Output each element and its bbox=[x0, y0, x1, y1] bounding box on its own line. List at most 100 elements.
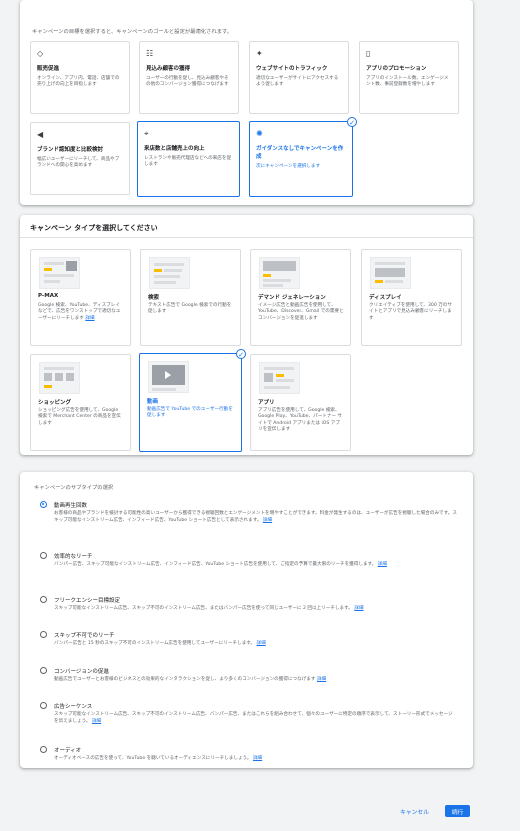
type-title: 動画 bbox=[147, 399, 159, 405]
campaign-type-card: キャンペーン タイプを選択してください P-MAX Google 検索、YouT… bbox=[20, 215, 473, 455]
goal-title: 販売促進 bbox=[37, 66, 60, 72]
campaign-subtype-card: キャンペーンのサブタイプの選択 動画再生回数 お客様の商品やブランドを検討する可… bbox=[20, 472, 473, 768]
subtype-option-title: 動画再生回数 bbox=[54, 503, 88, 509]
goal-tile-awareness[interactable]: ◀ ブランド認知度と比較検討 幅広いユーザーにリーチして、商品やブランドへの関心… bbox=[30, 122, 130, 195]
subtype-option-audio[interactable]: オーディオ オーディオベースの広告を使って、YouTube を聴いているオーディ… bbox=[40, 746, 457, 766]
learn-more-link[interactable]: 詳細 bbox=[85, 316, 94, 321]
subtype-option-title: 効率的なリーチ bbox=[54, 554, 93, 560]
type-tile-display[interactable]: ディスプレイ クリエイティブを使用して、300 万のサイトとアプリで見込み顧客に… bbox=[361, 249, 462, 346]
goal-description: 適切なユーザーがサイトにアクセスするよう促します bbox=[256, 76, 339, 88]
radio-selected[interactable] bbox=[40, 501, 47, 508]
demand-gen-thumbnail bbox=[259, 257, 300, 289]
location-pin-icon: ⌖ bbox=[144, 129, 149, 138]
subtype-option-frequency[interactable]: フリークエンシー目標設定 スキップ可能なインストリーム広告、スキップ不可のインス… bbox=[40, 596, 457, 622]
goal-title: 来店数と店舗売上の向上 bbox=[144, 146, 205, 152]
subtype-option-description: バンパー広告、スキップ可能なインストリーム広告、インフィード広告、YouTube… bbox=[54, 562, 387, 567]
type-title: ディスプレイ bbox=[369, 295, 402, 301]
radio-unselected[interactable] bbox=[40, 667, 47, 674]
subtype-option-title: フリークエンシー目標設定 bbox=[54, 598, 121, 604]
subtype-title: キャンペーンのサブタイプの選択 bbox=[34, 485, 114, 491]
goal-tile-app-promotion[interactable]: ▯ アプリのプロモーション アプリのインストール数、エンゲージメント数、事前登録… bbox=[359, 41, 459, 114]
goal-title: ウェブサイトのトラフィック bbox=[256, 66, 328, 72]
goal-description: ユーザーの行動を促し、見込み顧客やその他のコンバージョン獲得につなげます bbox=[146, 76, 229, 88]
type-title: P-MAX bbox=[38, 293, 59, 299]
learn-more-link[interactable]: 詳細 bbox=[378, 562, 387, 567]
subtype-option-description: バンパー広告と 15 秒のスキップ不可のインストリーム広告を使用してユーザーにリ… bbox=[54, 641, 266, 646]
learn-more-link[interactable]: 詳細 bbox=[317, 677, 326, 682]
subtype-option-description: スキップ可能なインストリーム広告、スキップ不可のインストリーム広告、またはバンパ… bbox=[54, 606, 364, 611]
learn-more-link[interactable]: 詳細 bbox=[354, 606, 363, 611]
type-description: イメージ広告と動画広告を使用して、YouTube、Discover、Gmail … bbox=[258, 303, 344, 321]
subtype-option-views[interactable]: 動画再生回数 お客様の商品やブランドを検討する可能性の高いユーザーから獲得できる… bbox=[40, 501, 457, 541]
subtype-option-conversions[interactable]: コンバージョンの促進 動画広告でユーザーとお客様のビジネスとの効果的なインタラク… bbox=[40, 667, 457, 693]
type-description: クリエイティブを使用して、300 万のサイトとアプリで見込み顧客にリーチします bbox=[369, 303, 452, 321]
type-title: アプリ bbox=[258, 400, 275, 406]
subtype-option-title: スキップ不可でのリーチ bbox=[54, 633, 115, 639]
goal-selection-card: キャンペーンの目標を選択すると、キャンペーンのゴールと設定が最適化されます。 ◇… bbox=[20, 0, 473, 205]
goal-title: 見込み顧客の獲得 bbox=[146, 66, 191, 72]
subtype-option-ad-sequence[interactable]: 広告シーケンス スキップ可能なインストリーム広告、スキップ不可のインストリーム広… bbox=[40, 702, 457, 736]
cancel-button[interactable]: キャンセル bbox=[400, 807, 429, 816]
type-tile-shopping[interactable]: ショッピング ショッピング広告を使用して、Google 検索で Merchant… bbox=[30, 354, 131, 451]
radio-unselected[interactable] bbox=[40, 702, 47, 709]
goal-description: 幅広いユーザーにリーチして、商品やブランドへの関心を高めます bbox=[37, 157, 120, 169]
goal-title: ブランド認知度と比較検討 bbox=[37, 147, 104, 153]
type-description: 動画広告で YouTube でのユーザー行動を促します bbox=[147, 407, 233, 419]
subtype-option-title: コンバージョンの促進 bbox=[54, 669, 109, 675]
check-icon: ✓ bbox=[347, 117, 357, 127]
goal-description: アプリのインストール数、エンゲージメント数、事前登録数を増やします bbox=[366, 76, 449, 88]
goal-tile-no-guidance[interactable]: ✺ ガイダンスなしでキャンペーンを作成 次にキャンペーンを選択します ✓ bbox=[249, 117, 357, 197]
type-tile-demand-gen[interactable]: デマンド ジェネレーション イメージ広告と動画広告を使用して、YouTube、D… bbox=[250, 249, 351, 346]
continue-button[interactable]: 続行 bbox=[445, 805, 470, 817]
radio-unselected[interactable] bbox=[40, 596, 47, 603]
cursor-click-icon: ✦ bbox=[256, 49, 263, 58]
mobile-phone-icon: ▯ bbox=[366, 49, 371, 58]
type-tile-search[interactable]: 検索 テキスト広告で Google 検索での行動を促します bbox=[140, 249, 241, 346]
type-title: デマンド ジェネレーション bbox=[258, 295, 326, 301]
app-thumbnail bbox=[259, 362, 300, 394]
video-thumbnail bbox=[148, 361, 189, 393]
subtype-option-non-skippable[interactable]: スキップ不可でのリーチ バンパー広告と 15 秒のスキップ不可のインストリーム広… bbox=[40, 631, 457, 657]
divider bbox=[20, 237, 473, 238]
learn-more-link[interactable]: 詳細 bbox=[92, 719, 101, 724]
subtype-option-efficient-reach[interactable]: 効率的なリーチ バンパー広告、スキップ可能なインストリーム広告、インフィード広告… bbox=[40, 552, 457, 586]
learn-more-link[interactable]: 詳細 bbox=[253, 756, 262, 761]
type-description: テキスト広告で Google 検索での行動を促します bbox=[148, 303, 232, 315]
subtype-option-description: 動画広告でユーザーとお客様のビジネスとの効果的なインタラクションを促し、より多く… bbox=[54, 677, 327, 682]
play-icon bbox=[165, 371, 171, 379]
people-icon: ☷ bbox=[146, 49, 154, 58]
goal-tile-website-traffic[interactable]: ✦ ウェブサイトのトラフィック 適切なユーザーがサイトにアクセスするよう促します bbox=[249, 41, 349, 114]
megaphone-icon: ◀ bbox=[37, 130, 44, 139]
goal-tile-leads[interactable]: ☷ 見込み顧客の獲得 ユーザーの行動を促し、見込み顧客やその他のコンバージョン獲… bbox=[139, 41, 239, 114]
type-title: 検索 bbox=[148, 295, 160, 301]
subtype-option-description: スキップ可能なインストリーム広告、スキップ不可のインストリーム広告、バンパー広告… bbox=[54, 712, 453, 724]
pmax-thumbnail bbox=[39, 257, 80, 289]
type-description: Google 検索、YouTube、ディスプレイなどで、広告をワンストップで適切… bbox=[38, 303, 121, 321]
subtype-option-title: 広告シーケンス bbox=[54, 704, 93, 710]
type-tile-video[interactable]: 動画 動画広告で YouTube でのユーザー行動を促します ✓ bbox=[139, 349, 246, 452]
goal-title: アプリのプロモーション bbox=[366, 66, 427, 72]
search-thumbnail bbox=[149, 257, 190, 289]
goal-title: ガイダンスなしでキャンペーンを作成 bbox=[256, 146, 344, 160]
learn-more-link[interactable]: 詳細 bbox=[257, 641, 266, 646]
subtype-option-description: オーディオベースの広告を使って、YouTube を聴いているオーディエンスにリー… bbox=[54, 756, 263, 761]
subtype-option-description: お客様の商品やブランドを検討する可能性の高いユーザーから獲得できる視聴回数とエン… bbox=[54, 511, 457, 523]
type-description: ショッピング広告を使用して、Google 検索で Merchant Center… bbox=[38, 408, 121, 426]
gear-icon: ✺ bbox=[256, 129, 263, 138]
type-description: アプリ広告を使用して、Google 検索、Google Play、YouTube… bbox=[258, 408, 343, 433]
learn-more-link[interactable]: 詳細 bbox=[263, 518, 272, 523]
goal-description: 次にキャンペーンを選択します bbox=[256, 164, 321, 169]
goal-tile-sales[interactable]: ◇ 販売促進 オンライン、アプリ内、電話、店舗での売り上げの向上を目指します bbox=[30, 41, 130, 114]
goal-description: レストランや販売代理店などへの来店を促します bbox=[144, 156, 232, 168]
subtype-option-title: オーディオ bbox=[54, 748, 82, 754]
type-tile-app[interactable]: アプリ アプリ広告を使用して、Google 検索、Google Play、You… bbox=[250, 354, 351, 451]
goal-tile-store-visits[interactable]: ⌖ 来店数と店舗売上の向上 レストランや販売代理店などへの来店を促します bbox=[137, 121, 240, 197]
goal-hint-text: キャンペーンの目標を選択すると、キャンペーンのゴールと設定が最適化されます。 bbox=[32, 29, 233, 35]
radio-unselected[interactable] bbox=[40, 631, 47, 638]
goal-description: オンライン、アプリ内、電話、店舗での売り上げの向上を目指します bbox=[37, 76, 120, 88]
type-title: ショッピング bbox=[38, 400, 72, 406]
shopping-thumbnail bbox=[39, 362, 80, 394]
radio-unselected[interactable] bbox=[40, 552, 47, 559]
type-tile-pmax[interactable]: P-MAX Google 検索、YouTube、ディスプレイなどで、広告をワンス… bbox=[30, 249, 131, 346]
radio-unselected[interactable] bbox=[40, 746, 47, 753]
